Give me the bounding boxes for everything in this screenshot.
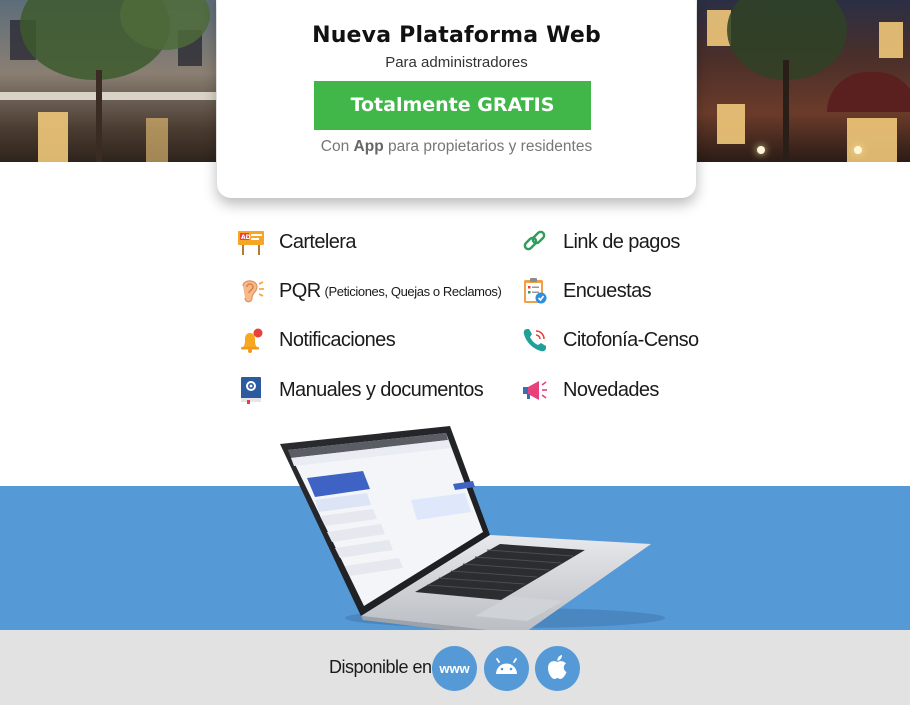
feature-label: Notificaciones xyxy=(279,328,396,351)
availability-label: Disponible en xyxy=(329,657,432,677)
phone-icon xyxy=(521,326,549,354)
apple-icon xyxy=(548,655,567,679)
feature-label: PQR xyxy=(279,279,321,302)
feature-notificaciones: Notificaciones xyxy=(237,325,396,355)
apple-platform-button[interactable] xyxy=(535,646,580,691)
feature-label: Link de pagos xyxy=(563,230,680,253)
bell-icon xyxy=(237,326,265,354)
ear-icon xyxy=(237,277,265,305)
feature-novedades: Novedades xyxy=(521,375,659,405)
card-footer-text: Con App para propietarios y residentes xyxy=(320,138,593,155)
manual-icon xyxy=(237,376,265,404)
promo-card: Nueva Plataforma Web Para administradore… xyxy=(217,0,696,198)
feature-label: Encuestas xyxy=(563,279,652,302)
card-title: Nueva Plataforma Web xyxy=(312,23,601,48)
link-icon xyxy=(521,228,549,256)
feature-encuestas: Encuestas xyxy=(521,276,652,306)
feature-label: Cartelera xyxy=(279,230,356,253)
feature-cartelera: AD Cartelera xyxy=(237,227,356,257)
header-photo-right xyxy=(697,0,910,162)
header-photo-left xyxy=(0,0,216,162)
www-icon: www xyxy=(439,661,470,676)
survey-clipboard-icon xyxy=(521,277,549,305)
feature-pqr: PQR (Peticiones, Quejas o Reclamos) xyxy=(237,276,502,306)
android-platform-button[interactable] xyxy=(484,646,529,691)
megaphone-icon xyxy=(521,376,549,404)
feature-link-pagos: Link de pagos xyxy=(521,227,680,257)
web-platform-button[interactable]: www xyxy=(432,646,477,691)
laptop-illustration xyxy=(280,426,665,639)
feature-label: Manuales y documentos xyxy=(279,378,484,401)
feature-label: Novedades xyxy=(563,378,659,401)
feature-manuales: Manuales y documentos xyxy=(237,375,484,405)
billboard-icon: AD xyxy=(237,228,265,256)
free-cta-button[interactable]: Totalmente GRATIS xyxy=(314,81,591,130)
feature-label: Citofonía-Censo xyxy=(563,328,699,351)
svg-text:AD: AD xyxy=(241,234,251,241)
android-icon xyxy=(496,658,517,674)
feature-sublabel: (Peticiones, Quejas o Reclamos) xyxy=(324,283,502,299)
card-subtitle: Para administradores xyxy=(385,54,528,71)
feature-citofonia: Citofonía-Censo xyxy=(521,325,699,355)
